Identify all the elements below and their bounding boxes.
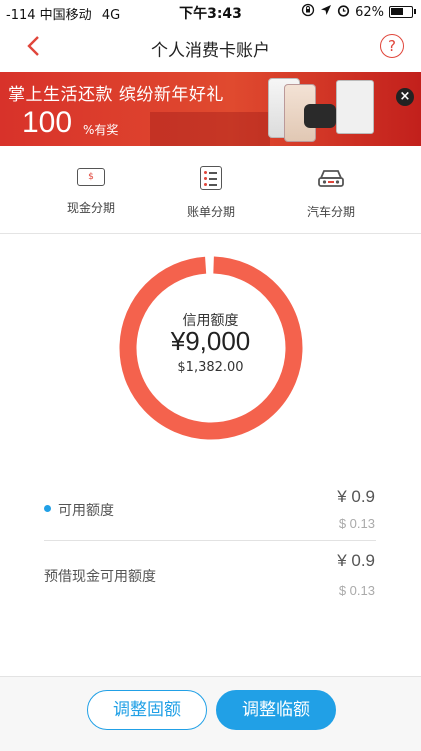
available-credit-usd: $ 0.13 bbox=[338, 516, 375, 531]
installment-menu: $ 现金分期 账单分期 汽车分期 bbox=[0, 146, 421, 234]
help-button[interactable]: ? bbox=[380, 34, 404, 58]
menu-label: 账单分期 bbox=[186, 205, 235, 219]
bill-icon bbox=[200, 166, 222, 190]
appliance-image bbox=[336, 80, 374, 134]
banner-decoration bbox=[150, 112, 270, 146]
alarm-icon bbox=[337, 4, 350, 21]
car-icon bbox=[317, 168, 345, 190]
battery-icon bbox=[389, 6, 416, 18]
dollar-glyph: $ bbox=[88, 172, 94, 182]
credit-limit-amount: ¥9,000 bbox=[170, 326, 251, 356]
status-right: 62% bbox=[301, 3, 416, 21]
cash-advance-usd: $ 0.13 bbox=[338, 583, 375, 598]
menu-label: 汽车分期 bbox=[306, 205, 355, 219]
menu-item-bill-installment[interactable]: 账单分期 bbox=[156, 158, 266, 220]
available-credit-label: 可用额度 bbox=[58, 503, 114, 519]
menu-item-cash-installment[interactable]: $ 现金分期 bbox=[36, 158, 146, 216]
adjust-fixed-limit-button[interactable]: 调整固额 bbox=[87, 690, 207, 730]
location-icon bbox=[320, 4, 332, 20]
banner-number: 100 bbox=[22, 106, 73, 139]
nav-bar: 个人消费卡账户 ? bbox=[0, 24, 421, 72]
banner-close-button[interactable]: × bbox=[396, 88, 414, 106]
row-divider bbox=[44, 540, 376, 541]
menu-item-car-installment[interactable]: 汽车分期 bbox=[276, 158, 386, 220]
menu-label: 现金分期 bbox=[66, 201, 115, 215]
banner-tagline: 掌上生活还款 缤纷新年好礼 bbox=[8, 85, 224, 105]
battery-fill bbox=[391, 8, 403, 15]
cash-advance-value: ¥ 0.9 bbox=[337, 551, 375, 570]
adjust-temp-limit-button[interactable]: 调整临额 bbox=[216, 690, 336, 730]
status-bar: -114 中国移动 4G 下午3:43 62% bbox=[0, 0, 421, 24]
available-indicator-dot bbox=[44, 505, 51, 512]
credit-limit-usd: $1,382.00 bbox=[177, 360, 244, 375]
promo-banner[interactable]: 掌上生活还款 缤纷新年好礼 100 %有奖 bbox=[0, 72, 421, 146]
bottom-action-bar bbox=[0, 676, 421, 751]
watch-image bbox=[304, 104, 336, 128]
battery-percent: 62% bbox=[355, 4, 384, 20]
banner-suffix: %有奖 bbox=[83, 123, 119, 137]
cash-advance-label: 预借现金可用额度 bbox=[44, 569, 156, 585]
cash-icon: $ bbox=[77, 168, 105, 186]
available-credit-value: ¥ 0.9 bbox=[337, 487, 375, 506]
lock-rotation-icon bbox=[301, 3, 315, 21]
page-title: 个人消费卡账户 bbox=[151, 41, 270, 61]
